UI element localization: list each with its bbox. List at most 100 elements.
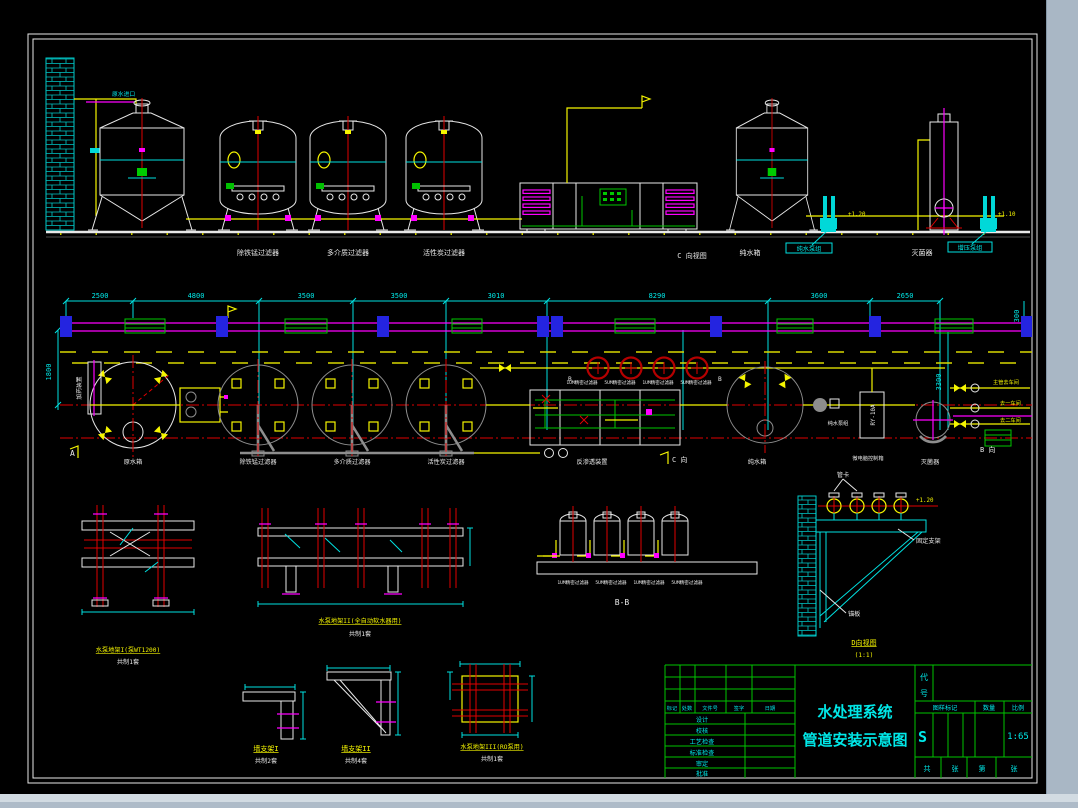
dim-3500a: 3500 [298, 292, 315, 300]
desktop-bottom-strip-2 [0, 802, 1078, 808]
pf-label-2: 5UM精密过滤器 [604, 379, 636, 386]
pump-label-plan: 纯水泵组 [828, 419, 849, 427]
view-b-marker: B 向 [980, 445, 995, 454]
elev-label-pure-tank: 纯水箱 [740, 248, 761, 257]
plan-label-pure-tank: 纯水箱 [748, 458, 767, 466]
pf-label-4: 5UM精密过滤器 [680, 379, 712, 386]
detail-pump-frame-3: 水泵地架III(RO泵用) 共制1套 [447, 661, 535, 763]
iron-filter-elev [217, 115, 299, 231]
inner-frame [32, 38, 1033, 779]
elev-label-media-filter: 多介质过滤器 [327, 248, 369, 257]
tb-h-mark: 标记 [667, 704, 677, 712]
branch-piping: 主管去车间 去一车间 去二车间 [950, 378, 1032, 447]
plan-label-media: 多介质过滤器 [333, 458, 371, 466]
view-c-marker: C 向 [672, 455, 687, 464]
tb-sheet-zhang2: 张 [1011, 764, 1018, 773]
title-block: 标记 处数 文件号 签字 日期 设计 校核 工艺检查 标准检查 审定 批准 水处… [664, 664, 1032, 778]
outer-frame [27, 33, 1038, 784]
dim-3010: 3010 [488, 292, 505, 300]
tb-row-design: 设计 [696, 716, 708, 724]
drawing-title-line1: 水处理系统 [817, 703, 892, 721]
d-elev-mark: +1.20 [916, 498, 934, 504]
tb-h-sign: 签字 [734, 704, 744, 712]
plan-label-carbon: 活性炭过滤器 [427, 458, 465, 466]
wall2-qty: 共制4套 [345, 757, 367, 765]
ro-skid-plan [529, 389, 681, 446]
dim-1800: 1800 [45, 364, 53, 381]
tb-mark-header: 图样标记 [933, 704, 958, 712]
inlet-label: 原水进口 [112, 90, 135, 98]
d-view-title: D向视图 [851, 638, 876, 647]
tb-scale-value: 1:65 [1007, 732, 1029, 742]
bb-label-4: 5UM精密过滤器 [671, 579, 703, 586]
section-a: A [70, 449, 75, 458]
detail3-label: 水泵地架III(RO泵用) [460, 743, 523, 751]
branch-label-1: 主管去车间 [993, 378, 1019, 386]
dim-3500b: 3500 [391, 292, 408, 300]
wall1-qty: 共制2套 [255, 757, 277, 765]
iron-filter-plan [216, 357, 300, 459]
tb-h-file: 文件号 [702, 704, 718, 712]
pump-set-left [820, 196, 837, 232]
plan-label-raw-tank: 原水箱 [124, 458, 143, 466]
d-bracket-label: 固定支架 [916, 537, 941, 545]
desktop: { "app": {"background": "#a9b7c5", "canv… [0, 0, 1078, 808]
plan-wall [60, 316, 1032, 337]
detail2-qty: 共制1套 [349, 630, 371, 638]
bb-vessels [543, 506, 689, 562]
tb-h-count: 处数 [682, 704, 693, 712]
desktop-right-band [1046, 0, 1078, 794]
detail-pump-frame-2: 水泵地架II(全自动软水器用) 共制1套 [257, 508, 473, 638]
elev-label-sterilizer: 灭菌器 [912, 248, 933, 257]
elev-mark-right: +1.10 [998, 212, 1016, 218]
branch-label-2: 去一车间 [1000, 399, 1021, 407]
pump-set-right [980, 196, 997, 232]
tb-row-process: 工艺检查 [690, 738, 715, 746]
detail-wall-bracket-2: 墙支架II 共制4套 [326, 665, 401, 765]
dimension-chain: 2500 4800 3500 3500 3010 8290 3600 2650 … [45, 292, 1025, 430]
section-b1: B [568, 376, 572, 383]
wall2-label: 墙支架II [341, 744, 370, 753]
bb-label-3: 1UM精密过滤器 [633, 579, 665, 586]
section-b2: B [718, 376, 722, 383]
drawing: 原水进口 +1.20 +1.10 纯水泵组 增压泵组 除铁锰过滤器 多介质过滤器… [27, 33, 1038, 784]
tb-sheet-no: 第 [979, 764, 986, 773]
plan-label-ro: 反渗透装置 [577, 458, 608, 466]
detail-section-bb: 1UM精密过滤器 5UM精密过滤器 1UM精密过滤器 5UM精密过滤器 B-B [536, 506, 758, 607]
elev-label-view-c: C 向视图 [677, 251, 706, 260]
plan-label-iron: 除铁锰过滤器 [239, 458, 277, 466]
dim-2500: 2500 [92, 292, 109, 300]
pf-label-3: 1UM精密过滤器 [642, 379, 674, 386]
tb-row-check: 校核 [696, 727, 708, 735]
precision-filters-plan: 1UM精密过滤器 5UM精密过滤器 1UM精密过滤器 5UM精密过滤器 B B [480, 356, 945, 386]
tb-code-2: 号 [920, 689, 928, 698]
d-anchor-label: 锚板 [848, 610, 860, 618]
detail3-qty: 共制1套 [481, 755, 503, 763]
tb-scale-header: 比例 [1012, 704, 1024, 712]
tb-mark-value: S [918, 728, 927, 746]
detail-pump-frame-1: 水泵地架I(泵WT1200) 共制1套 [81, 505, 195, 666]
bb-title: B-B [615, 598, 630, 607]
sterilizer-plan [913, 400, 953, 444]
carbon-filter-elev [403, 115, 485, 231]
elev-label-iron-filter: 除铁锰过滤器 [237, 248, 279, 257]
pipe-elbows [225, 215, 474, 221]
dim-4800: 4800 [188, 292, 205, 300]
media-filter-plan [310, 357, 394, 459]
tb-sheet-total: 共 [924, 764, 931, 773]
detail2-label: 水泵地架II(全自动软水器用) [319, 617, 402, 625]
d-clamp-label: 管卡 [837, 471, 849, 479]
bb-label-2: 5UM精密过滤器 [595, 579, 627, 586]
raw-water-tank-plan [89, 355, 177, 460]
controller-plan: RY-10A 微电脑控制箱 [852, 368, 885, 462]
dim-3600: 3600 [811, 292, 828, 300]
branch-label-3: 去二车间 [1000, 416, 1021, 424]
columns [60, 316, 1032, 337]
tb-h-date: 日期 [765, 705, 775, 712]
dim-300: 300 [1013, 310, 1021, 323]
ro-skid-elev [519, 95, 698, 233]
dim-3300: 3300 [935, 374, 943, 391]
elevation-view: 原水进口 +1.20 +1.10 纯水泵组 增压泵组 除铁锰过滤器 多介质过滤器… [45, 57, 1030, 260]
controller-label: 微电脑控制箱 [852, 454, 883, 462]
device-code: RY-10A [871, 404, 877, 425]
